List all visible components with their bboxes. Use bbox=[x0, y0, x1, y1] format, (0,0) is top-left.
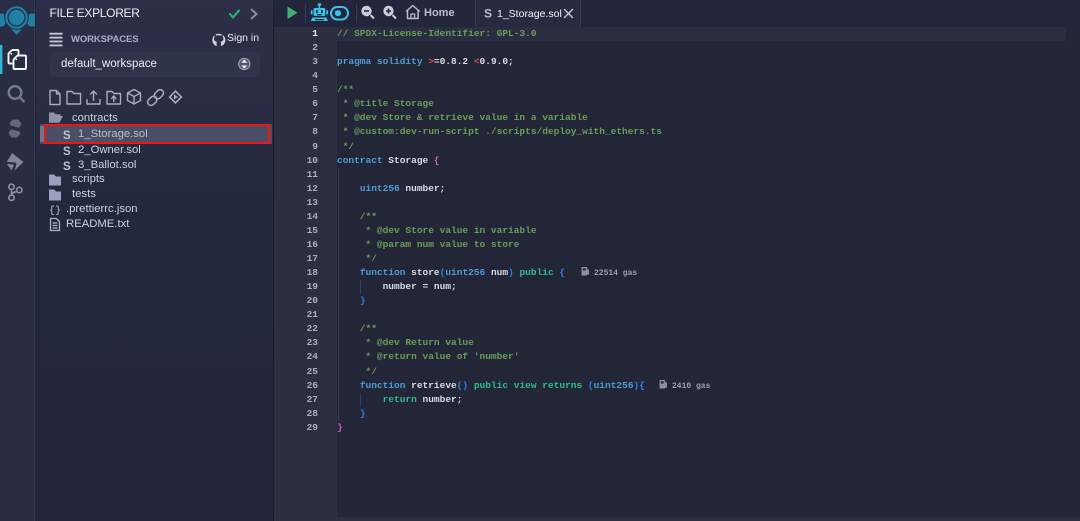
svg-text:S: S bbox=[63, 161, 71, 173]
svg-text:S: S bbox=[63, 130, 71, 142]
svg-text:{}: {} bbox=[49, 205, 61, 217]
svg-text:S: S bbox=[484, 7, 492, 21]
svg-text:S: S bbox=[63, 146, 71, 158]
